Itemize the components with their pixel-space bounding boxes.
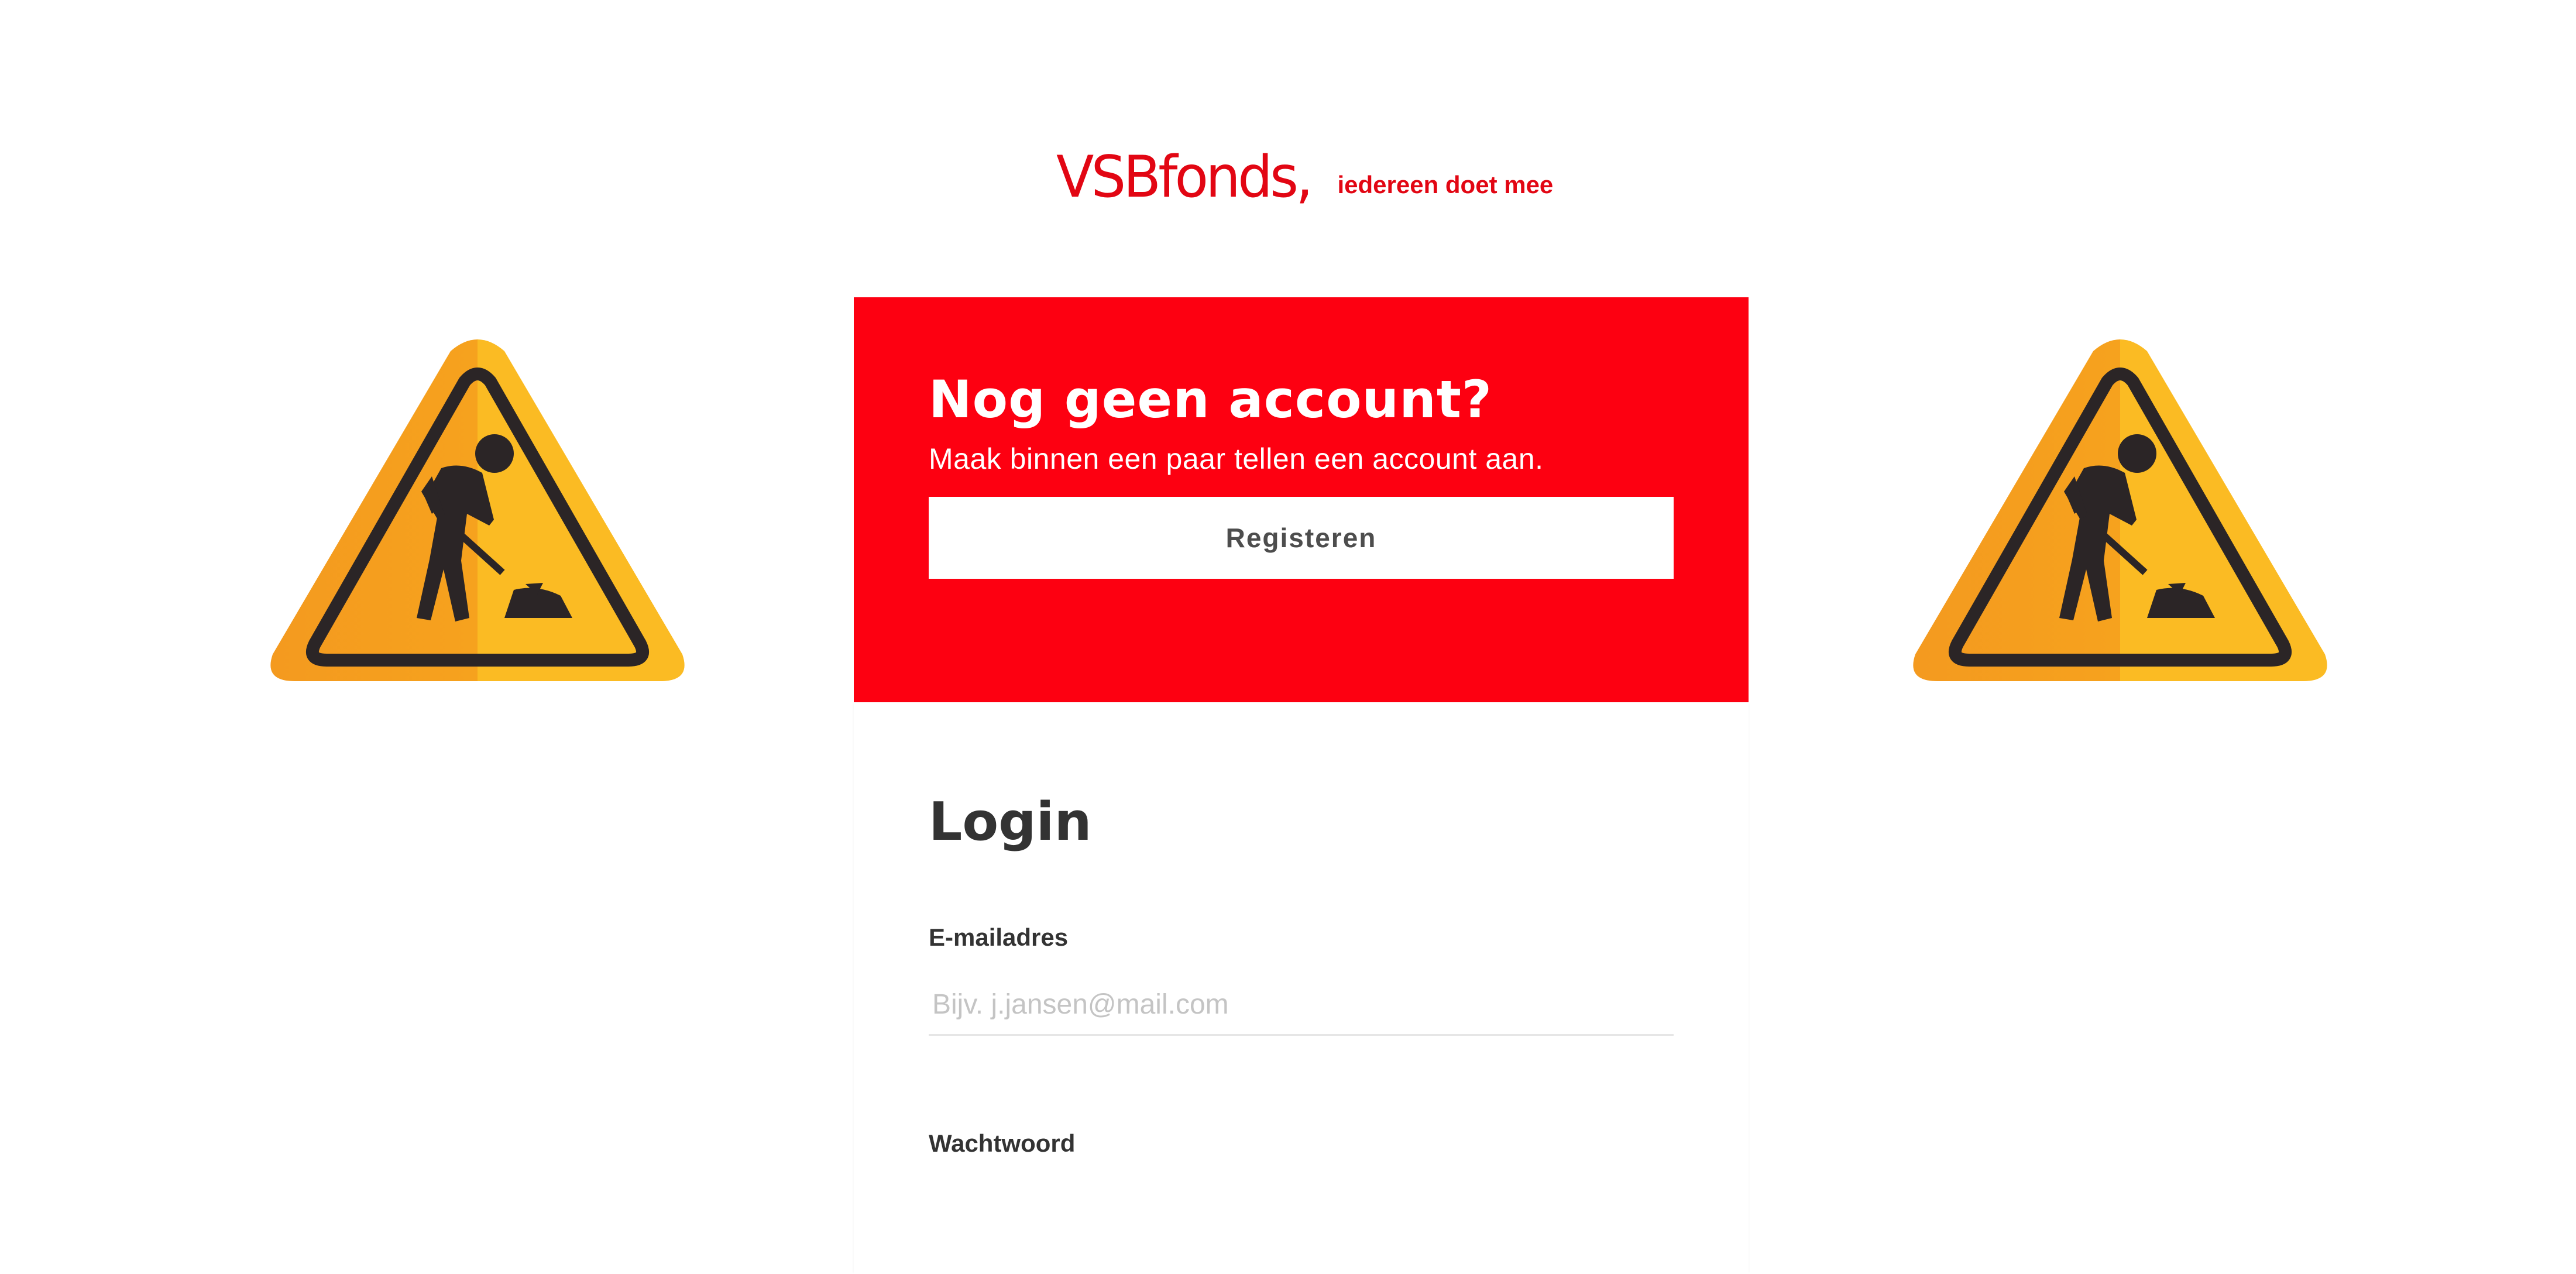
register-subtext: Maak binnen een paar tellen een account … [929, 442, 1544, 475]
register-panel: Nog geen account? Maak binnen een paar t… [854, 297, 1749, 702]
road-works-warning-icon [1911, 338, 2330, 681]
login-title: Login [929, 791, 1092, 853]
login-form: Login E-mailadres Wachtwoord [854, 702, 1749, 1274]
logo-tagline: iedereen doet mee [1337, 171, 1554, 198]
email-field[interactable] [929, 975, 1674, 1036]
email-label: E-mailadres [929, 923, 1069, 951]
register-button[interactable]: Registeren [929, 497, 1674, 579]
register-heading: Nog geen account? [929, 369, 1492, 430]
logo-wordmark: VSBfonds, [1056, 144, 1313, 211]
password-label: Wachtwoord [929, 1129, 1076, 1157]
vsbfonds-logo[interactable]: VSBfonds, iedereen doet mee [1056, 136, 1553, 206]
road-works-warning-icon [268, 338, 687, 681]
